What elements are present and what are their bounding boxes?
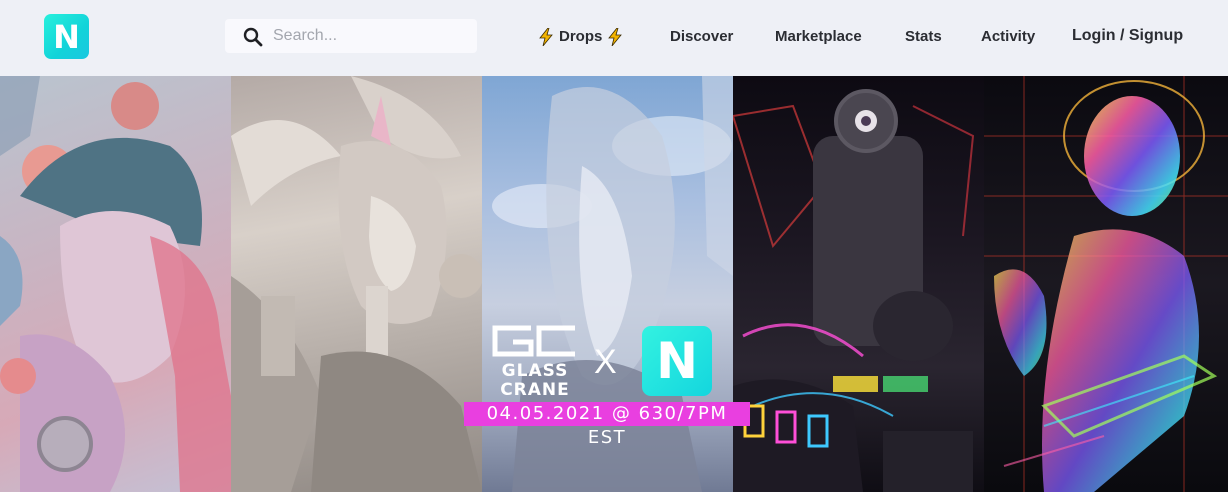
partner-name-1: GLASS: [502, 361, 569, 381]
badge-letter: N: [656, 332, 698, 390]
banner-artwork-2: [231, 76, 482, 492]
lightning-bolt-icon: [608, 28, 623, 46]
nav-stats[interactable]: Stats: [905, 27, 942, 47]
collab-x: X: [594, 343, 617, 381]
drop-date-banner: 04.05.2021 @ 630/7PM EST: [464, 402, 750, 448]
glass-crane-logo: GLASS CRANE: [492, 325, 575, 398]
nav-discover[interactable]: Discover: [670, 27, 733, 47]
banner-artwork-4: [733, 76, 984, 492]
hero-banner[interactable]: GLASS CRANE X N 04.05.2021 @ 630/7PM EST: [0, 76, 1228, 492]
nav-activity[interactable]: Activity: [981, 27, 1035, 47]
nav-drops-label: Drops: [559, 28, 603, 45]
logo-letter: N: [53, 17, 80, 56]
top-navbar: N Drops Discover Marketplace Stats Activ…: [0, 0, 1228, 76]
banner-artwork-1: [0, 76, 231, 492]
lightning-bolt-icon: [539, 28, 553, 46]
n-brand-badge: N: [642, 326, 712, 396]
banner-artwork-5: [984, 76, 1228, 492]
login-signup-link[interactable]: Login / Signup: [1072, 26, 1183, 46]
nav-drops[interactable]: Drops: [538, 27, 623, 47]
nav-marketplace[interactable]: Marketplace: [775, 27, 862, 47]
site-logo[interactable]: N: [44, 14, 89, 59]
search-input[interactable]: [273, 24, 468, 48]
partner-name-2: CRANE: [500, 380, 570, 398]
search-icon: [243, 27, 263, 47]
search-bar[interactable]: [225, 19, 477, 53]
